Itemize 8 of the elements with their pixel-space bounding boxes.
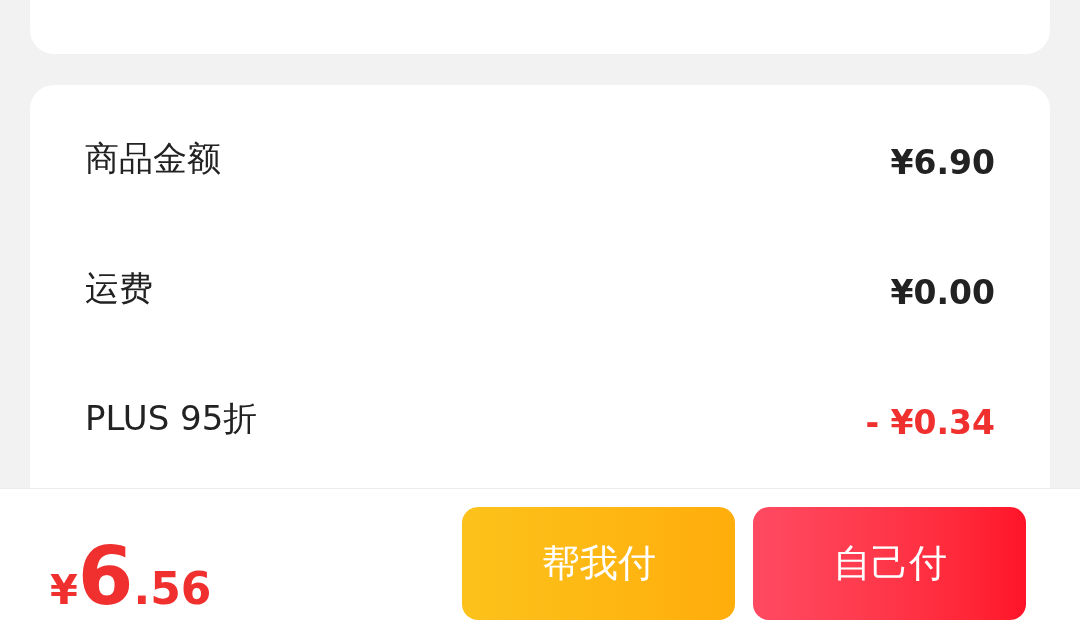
pay-button[interactable]: 自己付: [753, 507, 1026, 620]
total-price: ¥6.56: [50, 536, 212, 617]
price-value: ¥6.90: [890, 145, 995, 179]
price-value: ¥0.00: [890, 275, 995, 309]
price-value: - ¥0.34: [865, 405, 995, 439]
price-label: 运费: [85, 271, 153, 305]
price-label: PLUS 95折: [85, 401, 258, 435]
price-label: 商品金额: [85, 141, 221, 175]
